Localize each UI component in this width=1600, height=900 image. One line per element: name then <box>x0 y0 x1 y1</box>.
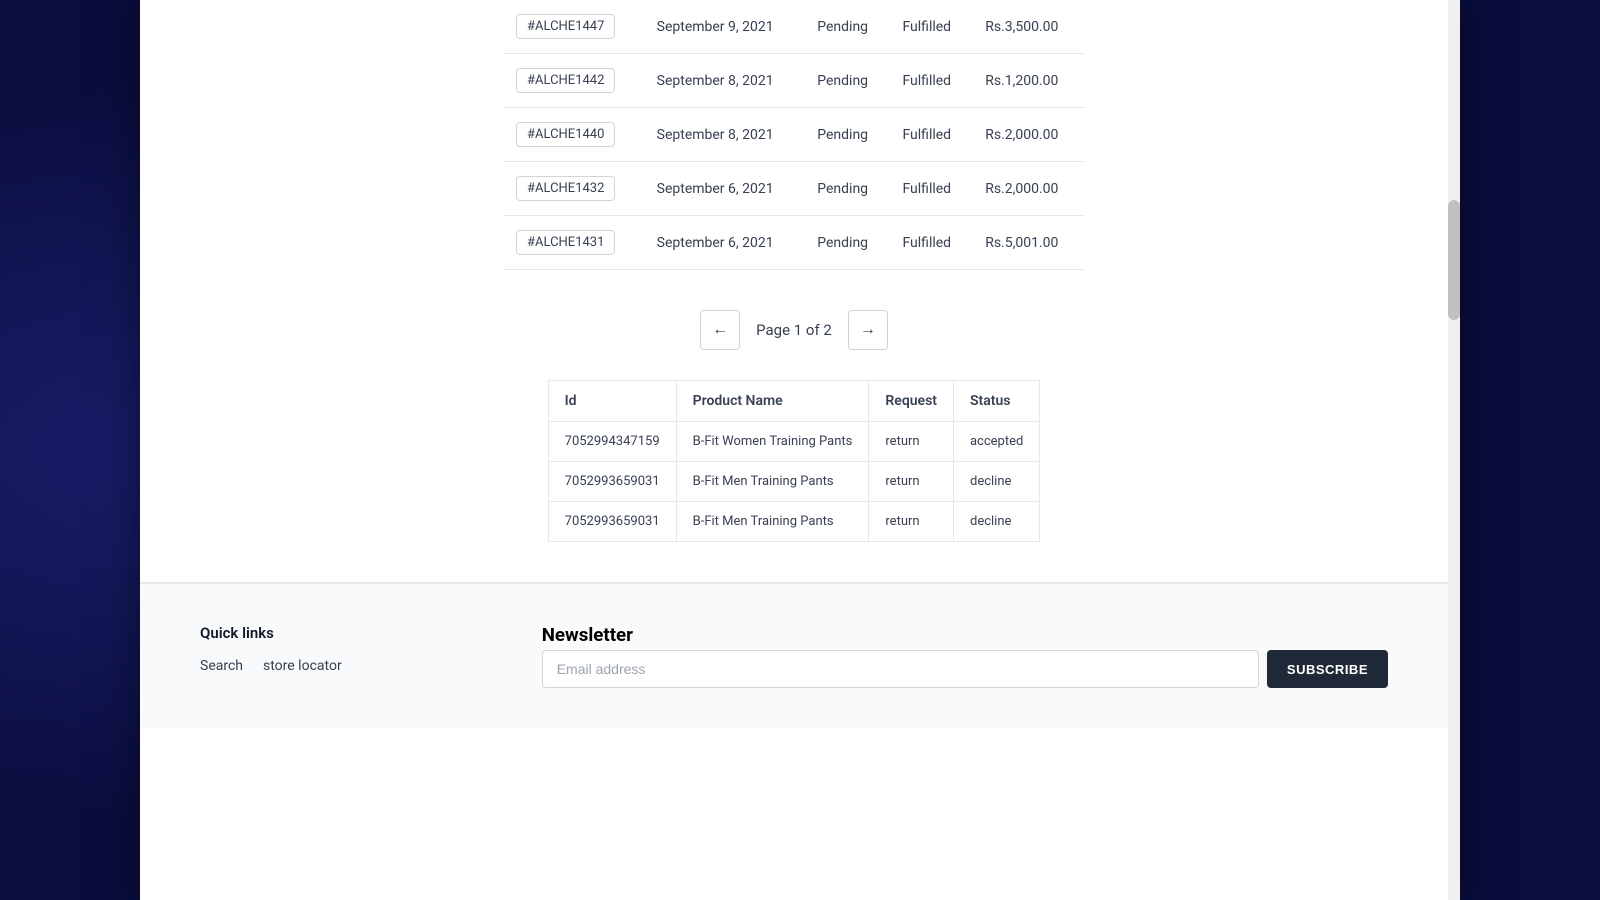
order-id-badge[interactable]: #ALCHE1440 <box>516 122 615 147</box>
footer-link[interactable]: store locator <box>263 658 342 674</box>
newsletter-title: Newsletter <box>542 624 1388 646</box>
next-page-button[interactable]: → <box>848 310 888 350</box>
order-fulfillment: Fulfilled <box>890 162 973 216</box>
scrollbar-thumb[interactable] <box>1448 200 1460 320</box>
newsletter-form: SUBSCRIBE <box>542 650 1388 688</box>
returns-col-header: Id <box>548 381 676 422</box>
returns-id: 7052994347159 <box>548 422 676 462</box>
order-row: #ALCHE1447 September 9, 2021 Pending Ful… <box>504 0 1084 54</box>
order-total: Rs.3,500.00 <box>973 0 1084 54</box>
order-row: #ALCHE1442 September 8, 2021 Pending Ful… <box>504 54 1084 108</box>
order-total: Rs.2,000.00 <box>973 162 1084 216</box>
returns-row: 7052993659031 B-Fit Men Training Pants r… <box>548 462 1040 502</box>
order-date: September 6, 2021 <box>645 216 806 270</box>
order-row: #ALCHE1431 September 6, 2021 Pending Ful… <box>504 216 1084 270</box>
returns-section: IdProduct NameRequestStatus 705299434715… <box>140 380 1448 582</box>
returns-id: 7052993659031 <box>548 502 676 542</box>
order-total: Rs.1,200.00 <box>973 54 1084 108</box>
order-fulfillment: Fulfilled <box>890 0 973 54</box>
newsletter-section: Newsletter SUBSCRIBE <box>542 624 1388 688</box>
order-total: Rs.5,001.00 <box>973 216 1084 270</box>
order-id-badge[interactable]: #ALCHE1442 <box>516 68 615 93</box>
footer: Quick links Search store locator Newslett… <box>140 583 1448 728</box>
order-date: September 6, 2021 <box>645 162 806 216</box>
order-id-badge[interactable]: #ALCHE1447 <box>516 14 615 39</box>
order-id-badge[interactable]: #ALCHE1431 <box>516 230 615 255</box>
quick-links-section: Quick links Search store locator <box>200 624 342 688</box>
order-payment: Pending <box>805 0 890 54</box>
returns-status: decline <box>953 462 1039 502</box>
footer-link[interactable]: Search <box>200 658 243 674</box>
scrollbar[interactable] <box>1448 0 1460 900</box>
footer-links-list: Search store locator <box>200 658 342 674</box>
order-date: September 9, 2021 <box>645 0 806 54</box>
next-arrow-icon: → <box>860 321 876 339</box>
returns-table: IdProduct NameRequestStatus 705299434715… <box>548 380 1041 542</box>
order-fulfillment: Fulfilled <box>890 108 973 162</box>
quick-links-title: Quick links <box>200 624 342 642</box>
returns-product: B-Fit Women Training Pants <box>676 422 869 462</box>
email-input[interactable] <box>542 650 1259 688</box>
order-fulfillment: Fulfilled <box>890 54 973 108</box>
order-date: September 8, 2021 <box>645 54 806 108</box>
order-payment: Pending <box>805 54 890 108</box>
returns-product: B-Fit Men Training Pants <box>676 502 869 542</box>
order-date: September 8, 2021 <box>645 108 806 162</box>
returns-request: return <box>869 422 954 462</box>
returns-request: return <box>869 502 954 542</box>
prev-arrow-icon: ← <box>712 321 728 339</box>
returns-row: 7052994347159 B-Fit Women Training Pants… <box>548 422 1040 462</box>
pagination: ← Page 1 of 2 → <box>140 270 1448 380</box>
order-row: #ALCHE1432 September 6, 2021 Pending Ful… <box>504 162 1084 216</box>
orders-table: #ALCHE1447 September 9, 2021 Pending Ful… <box>504 0 1084 270</box>
returns-col-header: Request <box>869 381 954 422</box>
returns-col-header: Status <box>953 381 1039 422</box>
order-payment: Pending <box>805 162 890 216</box>
order-id-badge[interactable]: #ALCHE1432 <box>516 176 615 201</box>
main-window: #ALCHE1447 September 9, 2021 Pending Ful… <box>140 0 1460 900</box>
order-total: Rs.2,000.00 <box>973 108 1084 162</box>
order-payment: Pending <box>805 216 890 270</box>
returns-request: return <box>869 462 954 502</box>
prev-page-button[interactable]: ← <box>700 310 740 350</box>
order-row: #ALCHE1440 September 8, 2021 Pending Ful… <box>504 108 1084 162</box>
order-payment: Pending <box>805 108 890 162</box>
order-fulfillment: Fulfilled <box>890 216 973 270</box>
returns-product: B-Fit Men Training Pants <box>676 462 869 502</box>
returns-col-header: Product Name <box>676 381 869 422</box>
returns-id: 7052993659031 <box>548 462 676 502</box>
subscribe-button[interactable]: SUBSCRIBE <box>1267 650 1388 688</box>
returns-row: 7052993659031 B-Fit Men Training Pants r… <box>548 502 1040 542</box>
content-area: #ALCHE1447 September 9, 2021 Pending Ful… <box>140 0 1460 728</box>
returns-status: decline <box>953 502 1039 542</box>
page-label: Page 1 of 2 <box>756 321 832 339</box>
returns-status: accepted <box>953 422 1039 462</box>
